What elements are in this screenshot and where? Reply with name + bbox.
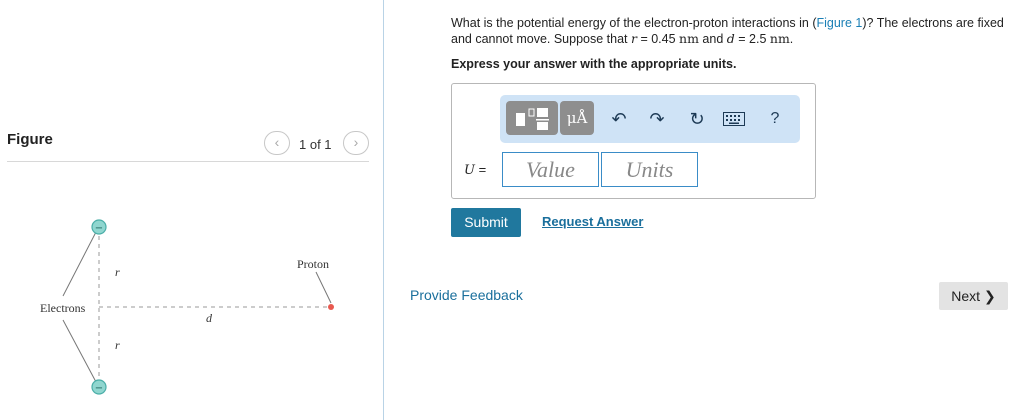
templates-button[interactable] [506,101,558,135]
figure-panel: Figure ‹ 1 of 1 › − − Proton Electrons d… [0,0,384,420]
figure-divider [7,161,369,162]
chevron-right-icon: ❯ [983,288,996,304]
question-part1: What is the potential energy of the elec… [451,16,817,30]
keyboard-icon[interactable] [722,108,746,132]
electrons-pointer-bottom [62,319,97,383]
undo-icon[interactable]: ↶ [607,107,631,131]
question-part3: = 0.45 [636,32,680,46]
next-label: Next [951,288,981,304]
proton-dot [328,304,334,310]
d-symbol: d [726,31,735,46]
electron-proton-diagram: − − Proton Electrons d r r [40,219,334,395]
units-button[interactable]: μÅ [560,101,594,135]
problem-page: Figure ‹ 1 of 1 › − − Proton Electrons d… [0,0,1024,420]
figure-link[interactable]: Figure 1 [816,16,862,30]
u-symbol: U [464,163,475,178]
answer-variable-label: U = [464,162,486,178]
next-button[interactable]: Next ❯ [939,282,1008,310]
chevron-left-icon: ‹ [274,134,280,150]
electron-bottom-charge: − [95,383,103,394]
electrons-label: Electrons [40,301,86,315]
electron-bottom: − [91,379,107,395]
submit-button[interactable]: Submit [451,208,521,237]
d-unit: nm [769,31,790,46]
r-unit: nm [679,31,699,46]
proton-pointer [315,271,332,304]
units-input[interactable]: Units [601,152,698,187]
next-figure-button[interactable]: › [343,131,369,155]
figure-page-count: 1 of 1 [299,137,332,152]
request-answer-link[interactable]: Request Answer [542,214,643,229]
answer-box: μÅ ↶ ↷ ↻ ? U = Value Units [451,83,816,199]
question-part5: = 2.5 [734,32,770,46]
question-part6: . [789,32,794,46]
provide-feedback-link[interactable]: Provide Feedback [410,287,523,303]
question-text: What is the potential energy of the elec… [451,15,1017,47]
proton-label: Proton [297,257,329,271]
question-part4: and [698,32,727,46]
electron-top: − [91,219,107,235]
math-toolbar: μÅ ↶ ↷ ↻ ? [500,95,800,143]
distance-d-label: d [206,311,213,325]
redo-icon[interactable]: ↷ [645,107,669,131]
r-label-bottom: r [115,338,120,352]
answer-instruction: Express your answer with the appropriate… [451,57,737,71]
r-label-top: r [115,265,120,279]
reset-icon[interactable]: ↻ [685,107,709,131]
figure-title: Figure [7,131,53,148]
electrons-pointer-top [62,231,97,297]
previous-figure-button[interactable]: ‹ [264,131,290,155]
help-button[interactable]: ? [763,107,787,131]
chevron-right-icon: › [353,134,359,150]
templates-icon [516,108,549,130]
electron-top-charge: − [95,223,103,234]
value-input[interactable]: Value [502,152,599,187]
equals-sign: = [474,162,487,177]
